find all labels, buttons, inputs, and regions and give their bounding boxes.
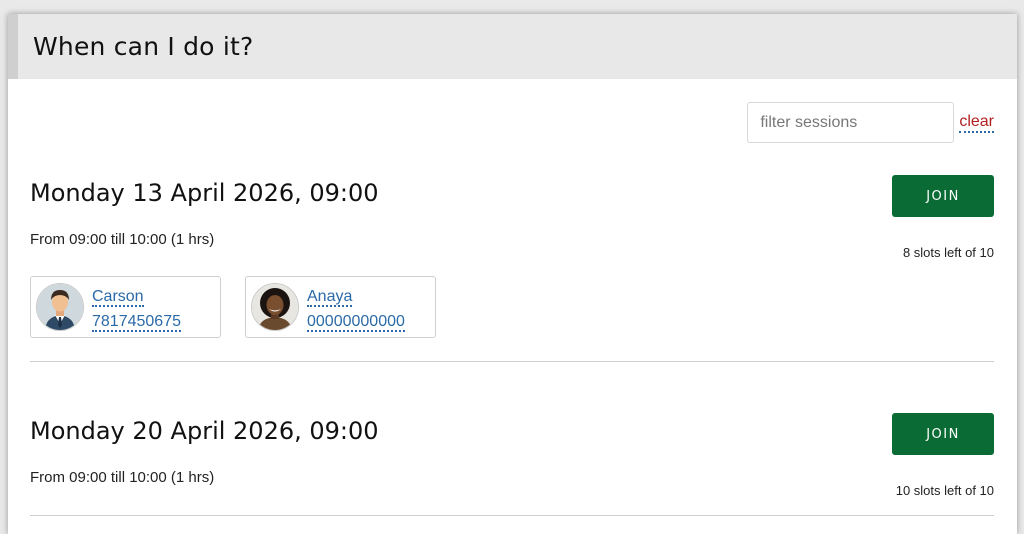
clear-filter-link[interactable]: clear [959,113,994,133]
slots-remaining: 10 slots left of 10 [895,483,994,498]
session-item: Monday 20 April 2026, 09:00 From 09:00 t… [30,412,994,522]
attendee-name-link[interactable]: Carson [92,288,144,307]
attendee-card: Carson 7817450675 [30,276,221,338]
session-time-range: From 09:00 till 10:00 (1 hrs) [30,231,215,248]
attendee-phone-link[interactable]: 7817450675 [92,313,181,332]
filter-row: clear [747,102,994,143]
attendee-name-link[interactable]: Anaya [307,288,353,307]
session-item: Monday 13 April 2026, 09:00 From 09:00 t… [30,174,994,362]
session-date: Monday 20 April 2026, 09:00 [30,417,379,445]
slots-remaining: 8 slots left of 10 [902,245,994,260]
woman-avatar-icon [251,283,299,331]
filter-sessions-input[interactable] [747,102,955,143]
attendee-phone-link[interactable]: 00000000000 [307,313,405,332]
session-time-range: From 09:00 till 10:00 (1 hrs) [30,469,215,486]
join-button[interactable]: JOIN [892,413,994,455]
page-title: When can I do it? [33,32,254,61]
sessions-card: When can I do it? clear Monday 13 April … [8,14,1017,534]
session-date: Monday 13 April 2026, 09:00 [30,179,379,207]
session-divider [30,515,994,516]
session-divider [30,361,994,362]
join-button[interactable]: JOIN [892,175,994,217]
attendee-card: Anaya 00000000000 [245,276,436,338]
card-header: When can I do it? [8,14,1017,79]
man-avatar-icon [36,283,84,331]
